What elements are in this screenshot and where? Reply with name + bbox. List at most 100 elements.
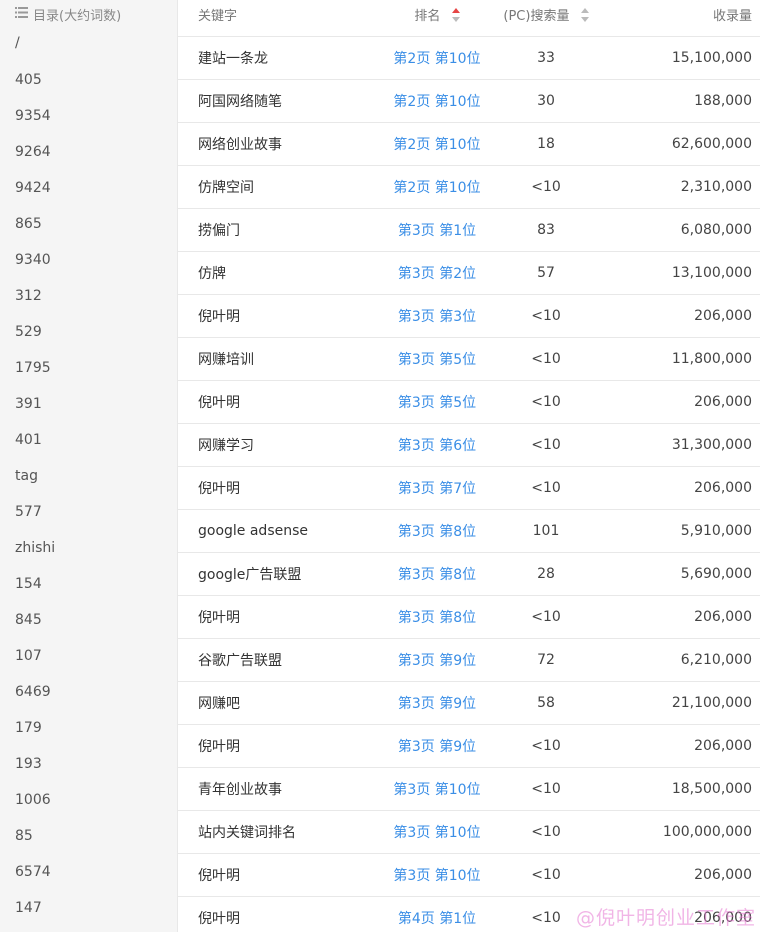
table-row: google adsense 第3页 第8位 101 5,910,000 xyxy=(178,510,760,553)
directory-item[interactable]: 107 xyxy=(0,638,177,674)
indexed-count-cell: 2,310,000 xyxy=(680,179,752,195)
table-row: 建站一条龙 第2页 第10位 33 15,100,000 xyxy=(178,37,760,80)
sort-icon[interactable] xyxy=(580,8,589,22)
pc-volume-cell: <10 xyxy=(531,781,561,797)
directory-item[interactable]: 154 xyxy=(0,566,177,602)
table-header: 关键字 排名 (PC)搜索量 收录量 xyxy=(178,0,760,37)
rank-cell[interactable]: 第3页 第1位 xyxy=(376,220,498,240)
header-keyword: 关键字 xyxy=(198,9,238,24)
rank-cell[interactable]: 第3页 第10位 xyxy=(376,779,498,799)
keyword-cell: 网赚学习 xyxy=(198,438,254,454)
indexed-count-cell: 206,000 xyxy=(694,867,752,883)
keyword-cell: 仿牌空间 xyxy=(198,180,254,196)
rank-cell[interactable]: 第3页 第5位 xyxy=(376,392,498,412)
directory-item[interactable]: 179 xyxy=(0,710,177,746)
directory-item[interactable]: 865 xyxy=(0,206,177,242)
pc-volume-cell: <10 xyxy=(531,867,561,883)
directory-item[interactable]: 845 xyxy=(0,602,177,638)
directory-header: 目录(大约词数) xyxy=(0,0,177,28)
directory-item[interactable]: 9340 xyxy=(0,242,177,278)
keyword-cell: 倪叶明 xyxy=(198,911,240,927)
rank-cell[interactable]: 第3页 第9位 xyxy=(376,693,498,713)
rank-cell[interactable]: 第3页 第9位 xyxy=(376,650,498,670)
rank-cell[interactable]: 第3页 第8位 xyxy=(376,564,498,584)
directory-item[interactable]: 147 xyxy=(0,890,177,926)
directory-item[interactable]: zhishi xyxy=(0,530,177,566)
keyword-cell: 仿牌 xyxy=(198,266,226,282)
keyword-cell: 网络创业故事 xyxy=(198,137,282,153)
rank-cell[interactable]: 第3页 第9位 xyxy=(376,736,498,756)
keyword-cell: 倪叶明 xyxy=(198,739,240,755)
directory-item[interactable]: 9264 xyxy=(0,134,177,170)
rank-cell[interactable]: 第3页 第8位 xyxy=(376,521,498,541)
directory-item[interactable]: 401 xyxy=(0,422,177,458)
keyword-cell: 青年创业故事 xyxy=(198,782,282,798)
keyword-cell: 站内关键词排名 xyxy=(198,825,296,841)
indexed-count-cell: 188,000 xyxy=(694,93,752,109)
directory-item[interactable]: 529 xyxy=(0,314,177,350)
rank-cell[interactable]: 第3页 第6位 xyxy=(376,435,498,455)
table-row: 捞偏门 第3页 第1位 83 6,080,000 xyxy=(178,209,760,252)
indexed-count-cell: 5,910,000 xyxy=(680,523,752,539)
table-row: 网赚学习 第3页 第6位 <10 31,300,000 xyxy=(178,424,760,467)
table-row: google广告联盟 第3页 第8位 28 5,690,000 xyxy=(178,553,760,596)
directory-item[interactable]: 6574 xyxy=(0,854,177,890)
rank-cell[interactable]: 第2页 第10位 xyxy=(376,48,498,68)
keyword-cell: 倪叶明 xyxy=(198,868,240,884)
indexed-count-cell: 21,100,000 xyxy=(671,695,752,711)
keyword-cell: 捞偏门 xyxy=(198,223,240,239)
directory-header-label: 目录(大约词数) xyxy=(33,8,122,24)
directory-item[interactable]: 85 xyxy=(0,818,177,854)
table-row: 网络创业故事 第2页 第10位 18 62,600,000 xyxy=(178,123,760,166)
indexed-count-cell: 100,000,000 xyxy=(662,824,752,840)
directory-item[interactable]: 405 xyxy=(0,62,177,98)
directory-item[interactable]: 312 xyxy=(0,278,177,314)
table-row: 倪叶明 第3页 第3位 <10 206,000 xyxy=(178,295,760,338)
directory-item[interactable]: 1795 xyxy=(0,350,177,386)
directory-item[interactable]: 9354 xyxy=(0,98,177,134)
header-pc-volume-label: (PC)搜索量 xyxy=(503,9,570,24)
table-row: 青年创业故事 第3页 第10位 <10 18,500,000 xyxy=(178,768,760,811)
rank-cell[interactable]: 第2页 第10位 xyxy=(376,91,498,111)
pc-volume-cell: <10 xyxy=(531,179,561,195)
pc-volume-cell: 18 xyxy=(537,136,555,152)
directory-item[interactable]: 9424 xyxy=(0,170,177,206)
rank-cell[interactable]: 第4页 第1位 xyxy=(376,908,498,928)
directory-item[interactable]: 193 xyxy=(0,746,177,782)
rank-cell[interactable]: 第2页 第10位 xyxy=(376,134,498,154)
indexed-count-cell: 11,800,000 xyxy=(671,351,752,367)
table-row: 站内关键词排名 第3页 第10位 <10 100,000,000 xyxy=(178,811,760,854)
directory-item[interactable]: tag xyxy=(0,458,177,494)
pc-volume-cell: 72 xyxy=(537,652,555,668)
rank-cell[interactable]: 第2页 第10位 xyxy=(376,177,498,197)
rank-cell[interactable]: 第3页 第10位 xyxy=(376,865,498,885)
directory-item[interactable]: 577 xyxy=(0,494,177,530)
sort-icon[interactable] xyxy=(451,8,460,22)
rank-cell[interactable]: 第3页 第10位 xyxy=(376,822,498,842)
indexed-count-cell: 206,000 xyxy=(694,480,752,496)
header-rank-label: 排名 xyxy=(414,9,441,24)
rank-cell[interactable]: 第3页 第8位 xyxy=(376,607,498,627)
indexed-count-cell: 206,000 xyxy=(694,308,752,324)
header-rank[interactable]: 排名 xyxy=(376,0,498,24)
directory-sidebar: 目录(大约词数) /405 9354 9264 9424 865 9340 312 529 17… xyxy=(0,0,178,932)
directory-item[interactable]: 1006 xyxy=(0,782,177,818)
rank-cell[interactable]: 第3页 第3位 xyxy=(376,306,498,326)
rank-cell[interactable]: 第3页 第7位 xyxy=(376,478,498,498)
table-row: 倪叶明 第3页 第5位 <10 206,000 xyxy=(178,381,760,424)
pc-volume-cell: <10 xyxy=(531,351,561,367)
rank-cell[interactable]: 第3页 第2位 xyxy=(376,263,498,283)
directory-item[interactable]: / xyxy=(0,32,177,54)
header-pc-volume[interactable]: (PC)搜索量 xyxy=(498,0,594,24)
rank-cell[interactable]: 第3页 第5位 xyxy=(376,349,498,369)
pc-volume-cell: 33 xyxy=(537,50,555,66)
indexed-count-cell: 5,690,000 xyxy=(680,566,752,582)
table-row: 网赚吧 第3页 第9位 58 21,100,000 xyxy=(178,682,760,725)
directory-item[interactable]: 391 xyxy=(0,386,177,422)
table-body: 建站一条龙 第2页 第10位 33 15,100,000 阿国网络随笔 第2页 第10位 3… xyxy=(178,37,760,932)
directory-item[interactable]: 6469 xyxy=(0,674,177,710)
indexed-count-cell: 206,000 xyxy=(694,609,752,625)
keyword-cell: 倪叶明 xyxy=(198,481,240,497)
indexed-count-cell: 18,500,000 xyxy=(671,781,752,797)
keyword-cell: 阿国网络随笔 xyxy=(198,94,282,110)
